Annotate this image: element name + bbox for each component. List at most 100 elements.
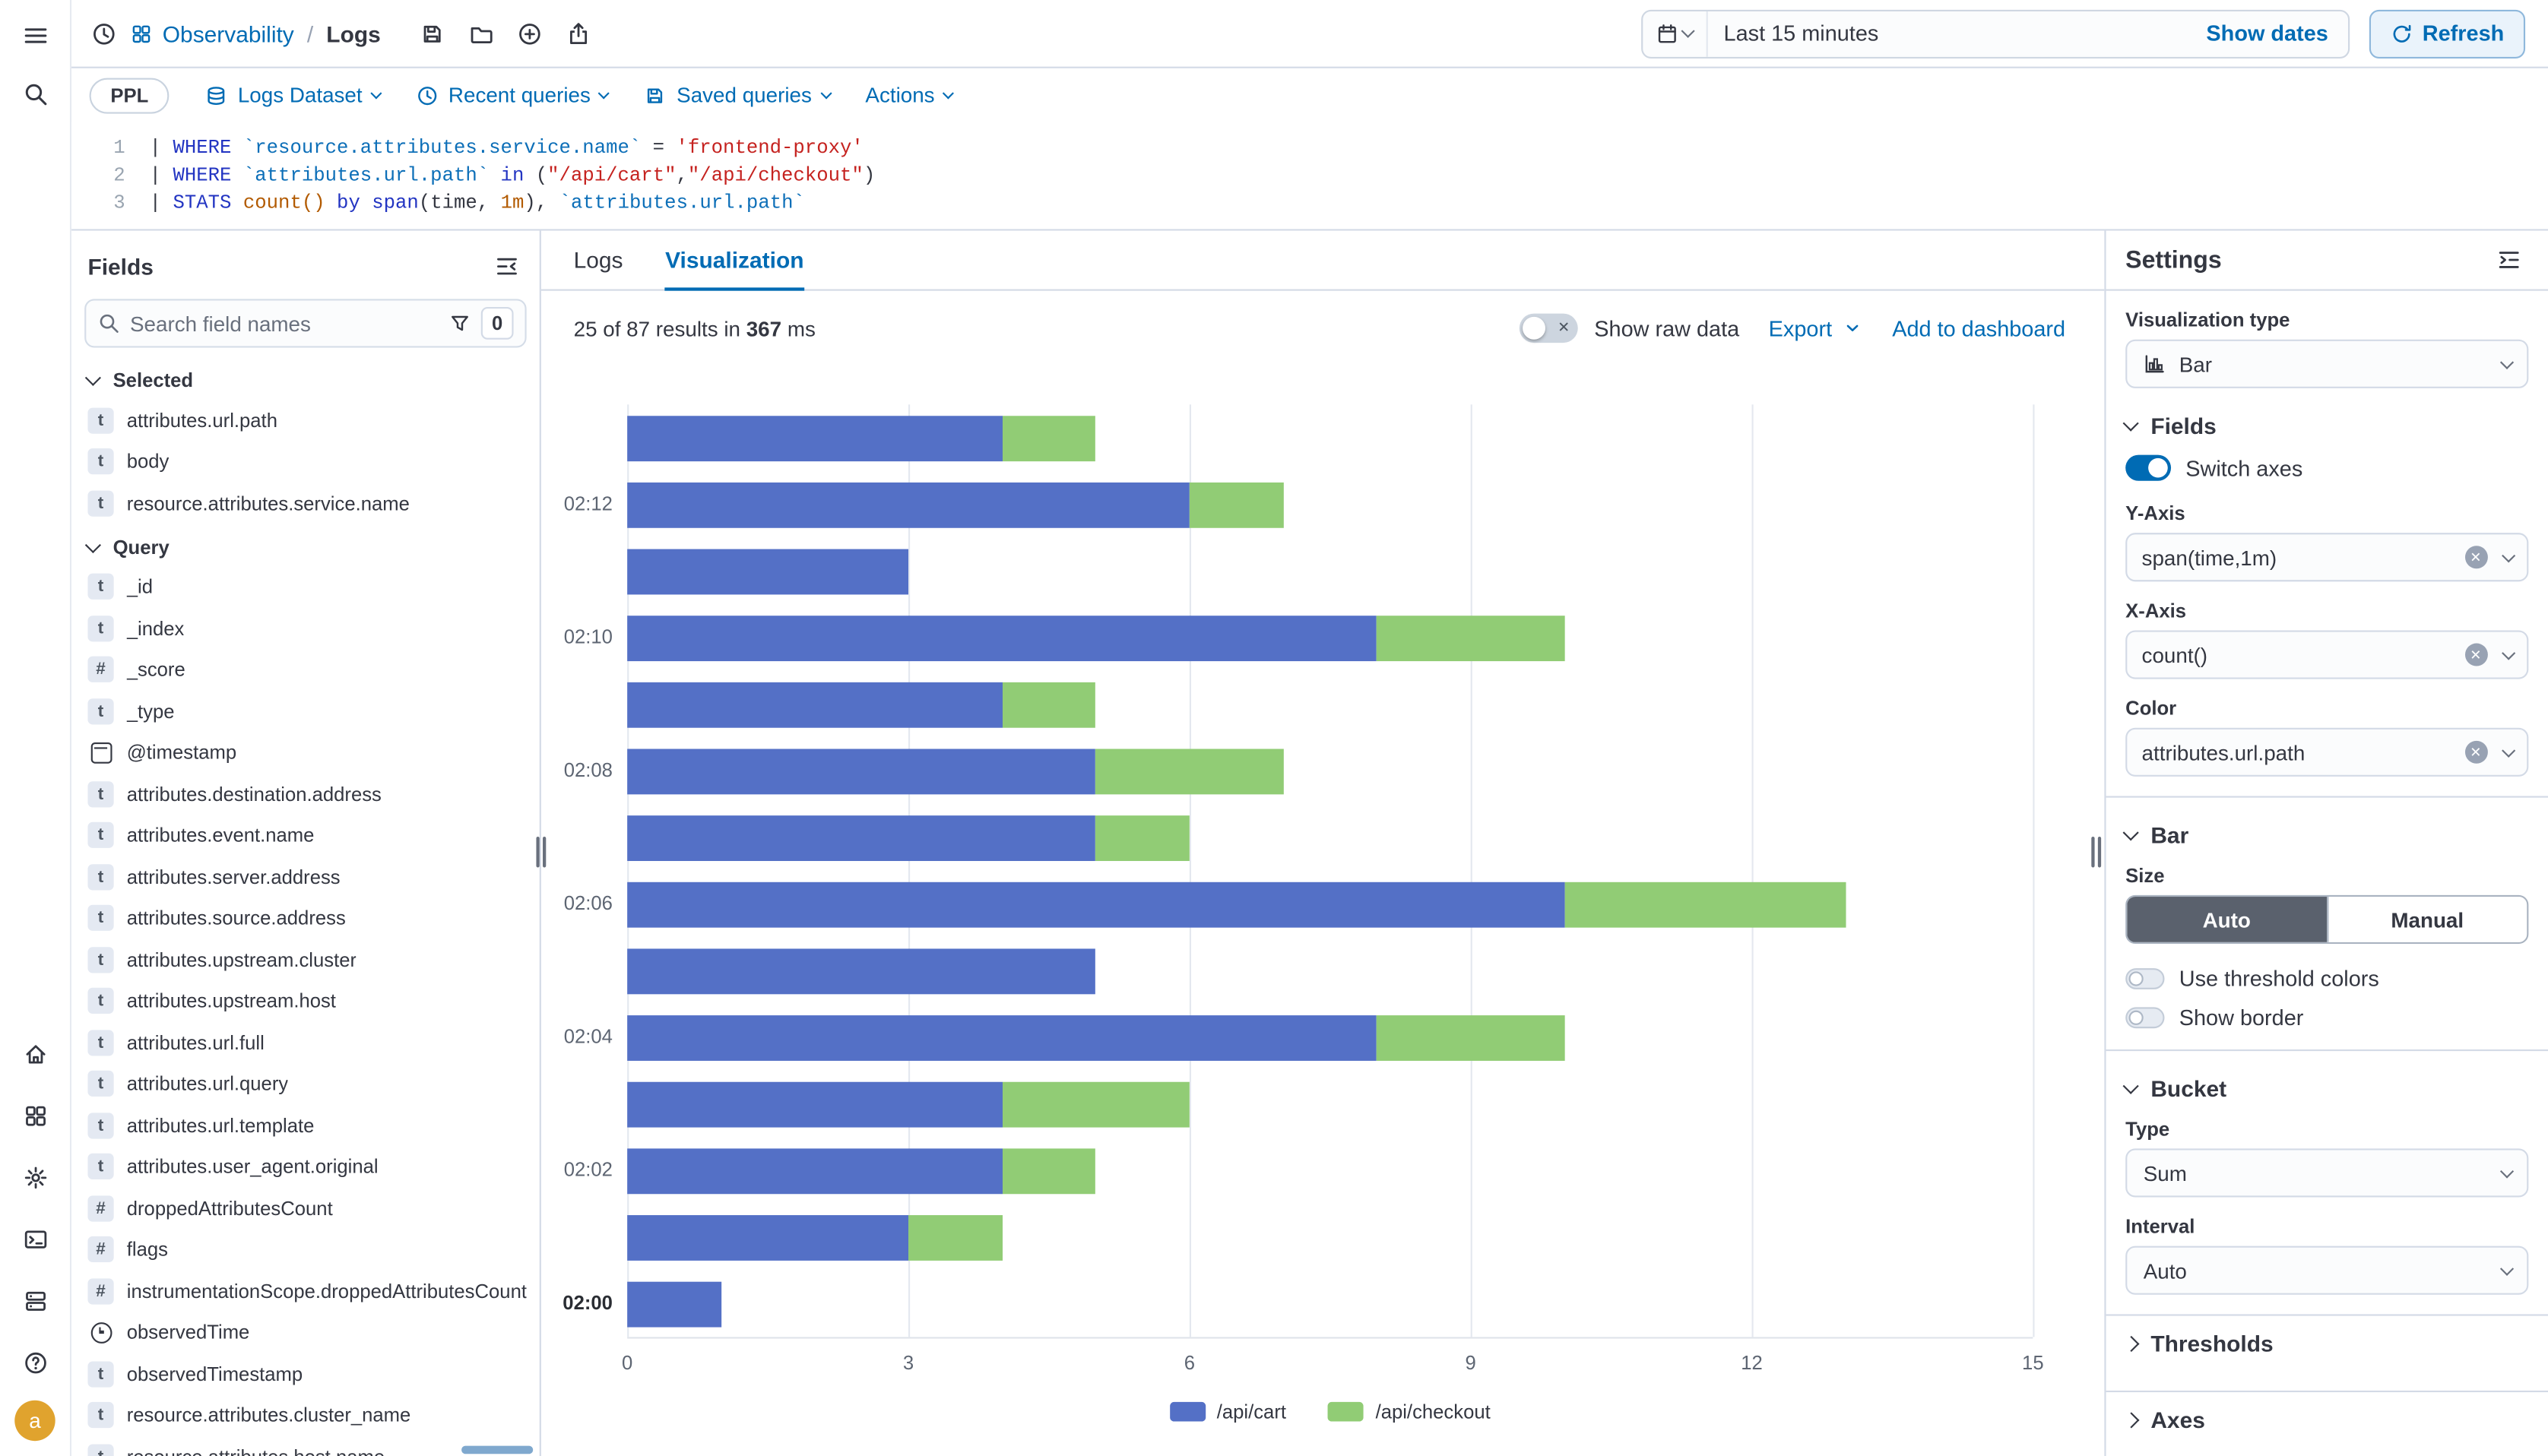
bar-segment[interactable] [1002, 1081, 1190, 1127]
actions-button[interactable]: Actions [865, 83, 952, 107]
field-item[interactable]: tbody [84, 441, 526, 483]
bar-section-header[interactable]: Bar [2125, 822, 2528, 848]
apps-button[interactable] [11, 1092, 59, 1141]
recent-items-button[interactable] [81, 11, 127, 56]
tab-logs[interactable]: Logs [574, 231, 623, 291]
bar-segment[interactable] [1002, 415, 1095, 461]
share-button[interactable] [556, 11, 602, 56]
visualization-type-select[interactable]: Bar [2125, 340, 2528, 388]
field-item[interactable]: tattributes.url.template [84, 1105, 526, 1147]
bar-segment[interactable] [1377, 615, 1564, 660]
new-query-button[interactable] [508, 11, 553, 56]
bar-segment[interactable] [1096, 748, 1284, 793]
add-to-dashboard-button[interactable]: Add to dashboard [1892, 316, 2065, 340]
save-button[interactable] [410, 11, 455, 56]
field-item[interactable]: t_type [84, 691, 526, 733]
bucket-interval-select[interactable]: Auto [2125, 1246, 2528, 1295]
legend-item[interactable]: /api/cart [1170, 1401, 1286, 1423]
settings-section-axes-header[interactable]: Axes [2125, 1392, 2528, 1448]
time-range-value[interactable]: Last 15 minutes [1707, 21, 2187, 46]
bar-segment[interactable] [627, 882, 1564, 927]
x-axis-select[interactable]: count() ✕ [2125, 630, 2528, 679]
settings-section-thresholds-header[interactable]: Thresholds [2125, 1316, 2528, 1372]
bar-segment[interactable] [627, 1147, 1002, 1193]
bar-segment[interactable] [627, 1281, 721, 1327]
field-item[interactable]: tattributes.destination.address [84, 774, 526, 815]
size-option-auto[interactable]: Auto [2127, 897, 2326, 942]
size-option-manual[interactable]: Manual [2326, 897, 2527, 942]
color-select[interactable]: attributes.url.path ✕ [2125, 728, 2528, 777]
field-item[interactable]: t_id [84, 566, 526, 608]
field-item[interactable]: observedTime [84, 1312, 526, 1353]
breadcrumb-app-link[interactable]: Observability [163, 21, 294, 46]
bar-segment[interactable] [627, 948, 1095, 993]
clear-icon[interactable]: ✕ [2464, 546, 2487, 568]
field-search-input[interactable] [130, 311, 439, 335]
field-item[interactable]: tattributes.url.path [84, 400, 526, 442]
bar-segment[interactable] [908, 1214, 1002, 1260]
data-sources-button[interactable] [11, 1277, 59, 1325]
global-search-button[interactable] [11, 70, 59, 119]
bar-segment[interactable] [1190, 482, 1283, 527]
y-axis-select[interactable]: span(time,1m) ✕ [2125, 533, 2528, 581]
clear-icon[interactable]: ✕ [2464, 741, 2487, 764]
bar-segment[interactable] [627, 1014, 1377, 1060]
bar-segment[interactable] [627, 748, 1095, 793]
bar-segment[interactable] [627, 615, 1377, 660]
legend-item[interactable]: /api/checkout [1329, 1401, 1491, 1423]
panel-resizer-right[interactable] [2091, 837, 2101, 868]
panel-resizer-left[interactable] [536, 837, 546, 868]
field-item[interactable]: tattributes.server.address [84, 856, 526, 898]
field-item[interactable]: #_score [84, 649, 526, 691]
horizontal-scrollbar-thumb[interactable] [461, 1446, 533, 1454]
help-button[interactable] [11, 1339, 59, 1388]
bucket-section-header[interactable]: Bucket [2125, 1075, 2528, 1101]
field-item[interactable]: tobservedTimestamp [84, 1353, 526, 1395]
collapse-settings-panel-button[interactable] [2489, 240, 2528, 279]
field-item[interactable]: tresource.attributes.host.name [84, 1436, 526, 1456]
show-raw-data-toggle[interactable]: ✕ [1520, 314, 1578, 343]
field-group-header[interactable]: Query [84, 527, 526, 566]
field-item[interactable]: tattributes.url.query [84, 1063, 526, 1105]
home-button[interactable] [11, 1030, 59, 1078]
switch-axes-toggle[interactable] [2125, 455, 2171, 481]
editor-line[interactable]: 2| WHERE `attributes.url.path` in ("/api… [71, 161, 2548, 188]
field-item[interactable]: #flags [84, 1229, 526, 1271]
field-item[interactable]: tresource.attributes.service.name [84, 483, 526, 524]
editor-line[interactable]: 3| STATS count() by span(time, 1m), `att… [71, 188, 2548, 216]
bar-segment[interactable] [627, 1081, 1002, 1127]
field-group-header[interactable]: Selected [84, 361, 526, 400]
field-item[interactable]: tattributes.upstream.host [84, 980, 526, 1022]
field-filter-count-badge[interactable]: 0 [481, 307, 514, 340]
open-button[interactable] [458, 11, 504, 56]
field-item[interactable]: tattributes.source.address [84, 897, 526, 939]
dev-tools-button[interactable] [11, 1215, 59, 1264]
filter-icon[interactable] [448, 312, 471, 334]
query-language-badge[interactable]: PPL [90, 78, 170, 113]
quick-select-time-button[interactable] [1643, 11, 1708, 56]
refresh-button[interactable]: Refresh [2369, 9, 2525, 58]
bar-segment[interactable] [627, 482, 1190, 527]
field-item[interactable]: @timestamp [84, 732, 526, 774]
bar-segment[interactable] [627, 415, 1002, 461]
bar-segment[interactable] [1002, 682, 1095, 727]
bar-segment[interactable] [1564, 882, 1846, 927]
saved-queries-button[interactable]: Saved queries [644, 83, 829, 107]
menu-button[interactable] [11, 11, 59, 60]
field-item[interactable]: tattributes.upstream.cluster [84, 939, 526, 981]
show-dates-button[interactable]: Show dates [2187, 21, 2348, 46]
editor-line[interactable]: 1| WHERE `resource.attributes.service.na… [71, 133, 2548, 160]
field-item[interactable]: tresource.attributes.cluster_name [84, 1394, 526, 1436]
bar-segment[interactable] [627, 815, 1095, 860]
bar-segment[interactable] [627, 1214, 908, 1260]
field-item[interactable]: tattributes.event.name [84, 815, 526, 856]
export-button[interactable]: Export [1769, 316, 1863, 340]
tab-visualization[interactable]: Visualization [665, 231, 803, 291]
collapse-fields-panel-button[interactable] [487, 247, 526, 286]
use-threshold-colors-toggle[interactable] [2125, 968, 2164, 989]
bar-segment[interactable] [627, 548, 908, 593]
field-item[interactable]: #droppedAttributesCount [84, 1188, 526, 1230]
field-item[interactable]: t_index [84, 608, 526, 650]
clear-icon[interactable]: ✕ [2464, 644, 2487, 666]
bar-segment[interactable] [1096, 815, 1190, 860]
